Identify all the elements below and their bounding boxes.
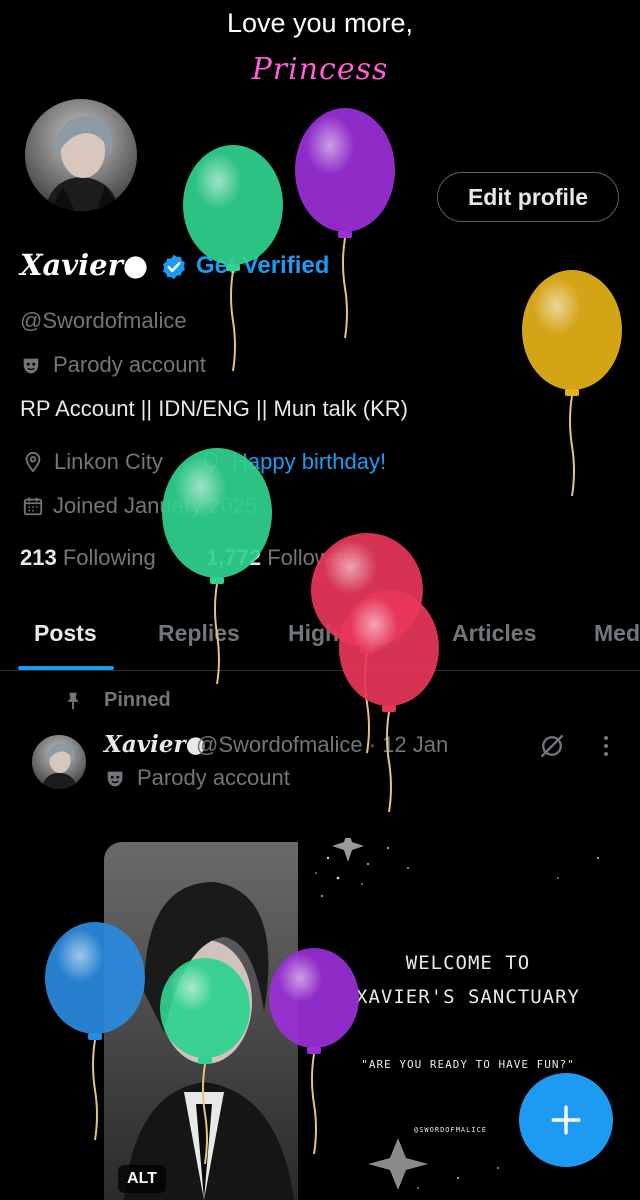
more-vertical-icon[interactable]: [596, 734, 616, 758]
profile-name: Xavier●: [20, 248, 148, 282]
pinned-label: Pinned: [104, 689, 171, 711]
calendar-icon: [23, 497, 43, 516]
profile-handle: @Swordofmalice: [20, 308, 187, 333]
parody-account-label: Parody account: [53, 352, 206, 377]
followers-label: Followers: [267, 545, 362, 570]
followers-count[interactable]: 1,772 Followers: [206, 545, 361, 571]
tab-media[interactable]: Media: [594, 620, 640, 647]
get-verified-link[interactable]: Get Verified: [196, 252, 329, 280]
birthday-text[interactable]: Happy birthday!: [232, 449, 386, 475]
active-tab-indicator: [18, 666, 114, 670]
post-avatar[interactable]: [32, 735, 86, 789]
following-label: Following: [62, 545, 156, 570]
media-handle: @SWORDOFMALICE: [414, 1126, 488, 1134]
portrait-image: [104, 842, 300, 1200]
profile-name-text: Xavier: [20, 248, 123, 282]
location-pin-icon: [25, 451, 41, 473]
plus-icon: [551, 1105, 581, 1135]
pin-icon: [67, 692, 79, 710]
welcome-text: WELCOME TO XAVIER'S SANCTUARY: [298, 946, 638, 1014]
profile-avatar[interactable]: [22, 96, 140, 214]
banner-text-line2: Princess: [251, 52, 389, 87]
welcome-line2: XAVIER'S SANCTUARY: [356, 986, 580, 1008]
edit-profile-button[interactable]: Edit profile: [437, 172, 619, 222]
avatar-image: [25, 99, 137, 211]
following-number: 213: [20, 545, 57, 570]
compose-button[interactable]: [519, 1073, 613, 1167]
post-parody-label: Parody account: [137, 765, 290, 790]
welcome-line1: WELCOME TO: [405, 952, 531, 974]
balloon-decoration: [522, 270, 622, 497]
tab-articles[interactable]: Articles: [452, 620, 536, 647]
verified-badge-icon[interactable]: [160, 253, 188, 281]
tab-highlights[interactable]: Highlights: [288, 620, 400, 647]
theater-mask-icon-post: [107, 771, 123, 787]
post-handle-date: @Swordofmalice · 12 Jan: [196, 732, 449, 757]
theater-mask-icon: [23, 358, 39, 374]
followers-number: 1,772: [206, 545, 262, 570]
alt-badge[interactable]: ALT: [118, 1165, 166, 1193]
profile-bio: RP Account || IDN/ENG || Mun talk (KR): [20, 396, 409, 421]
media-quote: "ARE YOU READY TO HAVE FUN?": [361, 1058, 575, 1071]
balloon-icon: [204, 451, 218, 473]
profile-name-dot: ●: [122, 248, 149, 282]
tab-posts[interactable]: Posts: [34, 620, 97, 647]
location-text: Linkon City: [54, 449, 163, 474]
profile-tabs: Posts Replies Highlights Articles Media: [0, 600, 640, 671]
banner-text-line1: Love you more,: [226, 8, 414, 38]
post-media-photo[interactable]: [104, 842, 300, 1200]
tab-replies[interactable]: Replies: [158, 620, 240, 647]
grok-icon[interactable]: [538, 732, 566, 760]
post-avatar-image: [32, 735, 86, 789]
balloon-decoration: [295, 108, 395, 339]
joined-date: Joined January 2025: [53, 493, 258, 518]
post-author-name[interactable]: Xavier●: [104, 731, 206, 758]
following-count[interactable]: 213 Following: [20, 545, 156, 571]
